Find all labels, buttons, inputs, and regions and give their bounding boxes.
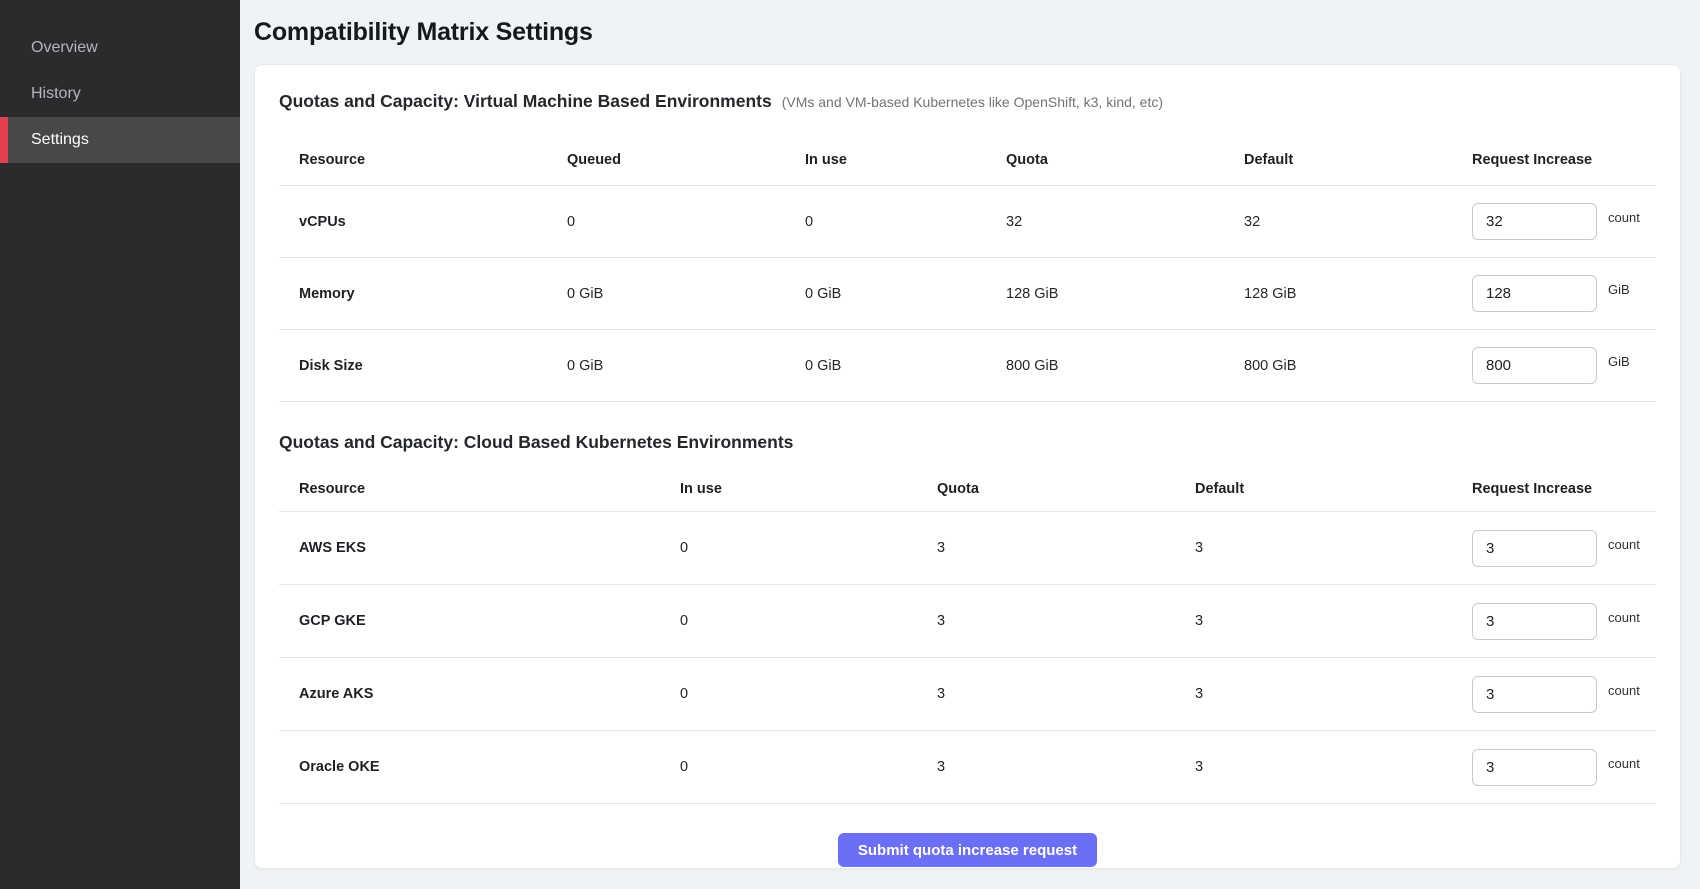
cloud-table-header: Resource In use Quota Default Request In…: [279, 466, 1656, 512]
table-row-memory: Memory 0 GiB 0 GiB 128 GiB 128 GiB GiB: [279, 258, 1656, 330]
sidebar: Overview History Settings: [0, 0, 240, 889]
quota-value: 128 GiB: [1006, 286, 1244, 302]
quota-value: 800 GiB: [1006, 358, 1244, 374]
col-header-request-increase: Request Increase: [1472, 152, 1656, 168]
resource-name: AWS EKS: [279, 540, 680, 556]
quota-value: 3: [937, 540, 1195, 556]
sidebar-item-overview[interactable]: Overview: [0, 25, 240, 71]
quota-value: 3: [937, 613, 1195, 629]
default-value: 32: [1244, 214, 1472, 230]
unit-label: count: [1608, 756, 1640, 771]
table-row-disk-size: Disk Size 0 GiB 0 GiB 800 GiB 800 GiB Gi…: [279, 330, 1656, 402]
cloud-section-title: Quotas and Capacity: Cloud Based Kuberne…: [279, 430, 793, 454]
in-use-value: 0: [680, 686, 937, 702]
vcpus-request-input[interactable]: [1472, 203, 1597, 240]
request-increase-cell: count: [1472, 530, 1656, 567]
quota-value: 32: [1006, 214, 1244, 230]
sidebar-item-history[interactable]: History: [0, 71, 240, 117]
col-header-request-increase: Request Increase: [1472, 481, 1656, 497]
sidebar-item-settings[interactable]: Settings: [0, 117, 240, 163]
quota-value: 3: [937, 759, 1195, 775]
col-header-in-use: In use: [805, 152, 1006, 168]
submit-button-row: Submit quota increase request: [279, 833, 1656, 867]
vm-section-header: Quotas and Capacity: Virtual Machine Bas…: [279, 89, 1656, 114]
cloud-quota-table: Resource In use Quota Default Request In…: [279, 466, 1656, 804]
sidebar-item-label: History: [31, 85, 81, 103]
request-increase-cell: GiB: [1472, 275, 1656, 312]
table-row-oracle-oke: Oracle OKE 0 3 3 count: [279, 731, 1656, 804]
unit-label: count: [1608, 683, 1640, 698]
settings-card: Quotas and Capacity: Virtual Machine Bas…: [254, 64, 1681, 869]
default-value: 800 GiB: [1244, 358, 1472, 374]
resource-name: Memory: [279, 286, 567, 302]
unit-label: GiB: [1608, 282, 1630, 297]
col-header-resource: Resource: [279, 481, 680, 497]
col-header-default: Default: [1244, 152, 1472, 168]
gcp-gke-request-input[interactable]: [1472, 603, 1597, 640]
queued-value: 0: [567, 214, 805, 230]
queued-value: 0 GiB: [567, 358, 805, 374]
vm-quota-table: Resource Queued In use Quota Default Req…: [279, 134, 1656, 402]
active-item-accent-bar: [0, 117, 8, 163]
col-header-quota: Quota: [1006, 152, 1244, 168]
submit-quota-increase-button[interactable]: Submit quota increase request: [838, 833, 1097, 867]
oracle-oke-request-input[interactable]: [1472, 749, 1597, 786]
queued-value: 0 GiB: [567, 286, 805, 302]
unit-label: count: [1608, 610, 1640, 625]
default-value: 3: [1195, 540, 1472, 556]
in-use-value: 0: [805, 214, 1006, 230]
col-header-queued: Queued: [567, 152, 805, 168]
table-row-gcp-gke: GCP GKE 0 3 3 count: [279, 585, 1656, 658]
in-use-value: 0 GiB: [805, 358, 1006, 374]
sidebar-item-label: Settings: [31, 131, 89, 149]
default-value: 3: [1195, 686, 1472, 702]
unit-label: count: [1608, 537, 1640, 552]
request-increase-cell: count: [1472, 603, 1656, 640]
aws-eks-request-input[interactable]: [1472, 530, 1597, 567]
default-value: 128 GiB: [1244, 286, 1472, 302]
resource-name: Oracle OKE: [279, 759, 680, 775]
col-header-resource: Resource: [279, 152, 567, 168]
request-increase-cell: GiB: [1472, 347, 1656, 384]
resource-name: Azure AKS: [279, 686, 680, 702]
default-value: 3: [1195, 759, 1472, 775]
memory-request-input[interactable]: [1472, 275, 1597, 312]
resource-name: Disk Size: [279, 358, 567, 374]
in-use-value: 0: [680, 759, 937, 775]
default-value: 3: [1195, 613, 1472, 629]
col-header-in-use: In use: [680, 481, 937, 497]
vm-section-subtitle: (VMs and VM-based Kubernetes like OpenSh…: [782, 90, 1163, 114]
resource-name: vCPUs: [279, 214, 567, 230]
request-increase-cell: count: [1472, 203, 1656, 240]
resource-name: GCP GKE: [279, 613, 680, 629]
cloud-section-header: Quotas and Capacity: Cloud Based Kuberne…: [279, 430, 1656, 454]
disk-size-request-input[interactable]: [1472, 347, 1597, 384]
in-use-value: 0: [680, 540, 937, 556]
quota-value: 3: [937, 686, 1195, 702]
table-row-azure-aks: Azure AKS 0 3 3 count: [279, 658, 1656, 731]
unit-label: count: [1608, 210, 1640, 225]
request-increase-cell: count: [1472, 676, 1656, 713]
in-use-value: 0 GiB: [805, 286, 1006, 302]
col-header-default: Default: [1195, 481, 1472, 497]
page-title: Compatibility Matrix Settings: [254, 18, 1681, 47]
unit-label: GiB: [1608, 354, 1630, 369]
vm-table-header: Resource Queued In use Quota Default Req…: [279, 134, 1656, 186]
table-row-vcpus: vCPUs 0 0 32 32 count: [279, 186, 1656, 258]
table-row-aws-eks: AWS EKS 0 3 3 count: [279, 512, 1656, 585]
azure-aks-request-input[interactable]: [1472, 676, 1597, 713]
request-increase-cell: count: [1472, 749, 1656, 786]
main-content: Compatibility Matrix Settings Quotas and…: [240, 0, 1700, 889]
sidebar-item-label: Overview: [31, 39, 98, 57]
vm-section-title: Quotas and Capacity: Virtual Machine Bas…: [279, 89, 772, 113]
in-use-value: 0: [680, 613, 937, 629]
col-header-quota: Quota: [937, 481, 1195, 497]
